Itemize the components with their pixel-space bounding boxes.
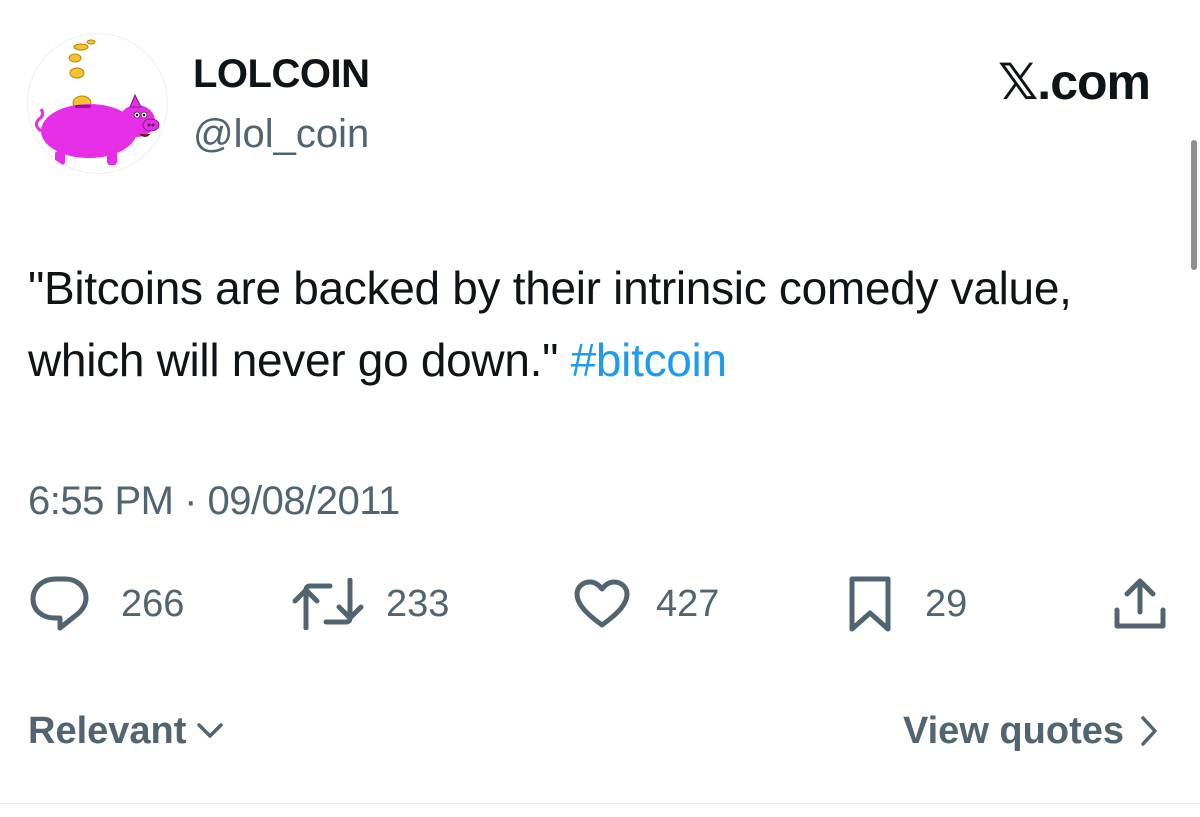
author-display-name[interactable]: LOLCOIN — [193, 50, 370, 98]
bookmark-count: 29 — [925, 583, 968, 625]
view-quotes-link[interactable]: View quotes — [903, 706, 1160, 756]
retweet-button[interactable]: 233 — [292, 574, 449, 634]
retweet-icon — [292, 578, 364, 630]
piggy-bank-icon — [34, 39, 160, 165]
author-handle[interactable]: @lol_coin — [193, 110, 369, 158]
hashtag-link[interactable]: #bitcoin — [571, 334, 727, 386]
sort-replies-dropdown[interactable]: Relevant — [28, 706, 226, 756]
reply-button[interactable]: 266 — [29, 574, 184, 634]
view-quotes-label: View quotes — [902, 709, 1124, 752]
reply-count: 266 — [121, 583, 185, 625]
chevron-right-icon — [1138, 713, 1160, 749]
sort-label: Relevant — [28, 709, 187, 752]
share-button[interactable] — [1112, 574, 1168, 634]
x-logo: 𝕏.com — [998, 54, 1151, 110]
heart-icon — [574, 579, 630, 629]
tweet-body: "Bitcoins are backed by their intrinsic … — [28, 262, 1072, 386]
reply-icon — [29, 575, 91, 633]
like-count: 427 — [656, 583, 720, 625]
share-icon — [1112, 576, 1168, 632]
tweet-card: LOLCOIN @lol_coin 𝕏.com "Bitcoins are ba… — [0, 0, 1200, 817]
tweet-timestamp[interactable]: 6:55 PM · 09/08/2011 — [28, 473, 400, 529]
divider — [0, 803, 1200, 804]
bookmark-button[interactable]: 29 — [847, 574, 967, 634]
chevron-down-icon — [194, 719, 226, 743]
bookmark-icon — [847, 575, 893, 633]
avatar[interactable] — [27, 33, 168, 174]
tweet-text: "Bitcoins are backed by their intrinsic … — [28, 252, 1158, 396]
like-button[interactable]: 427 — [574, 574, 719, 634]
retweet-count: 233 — [386, 583, 450, 625]
scrollbar[interactable] — [1191, 140, 1197, 270]
